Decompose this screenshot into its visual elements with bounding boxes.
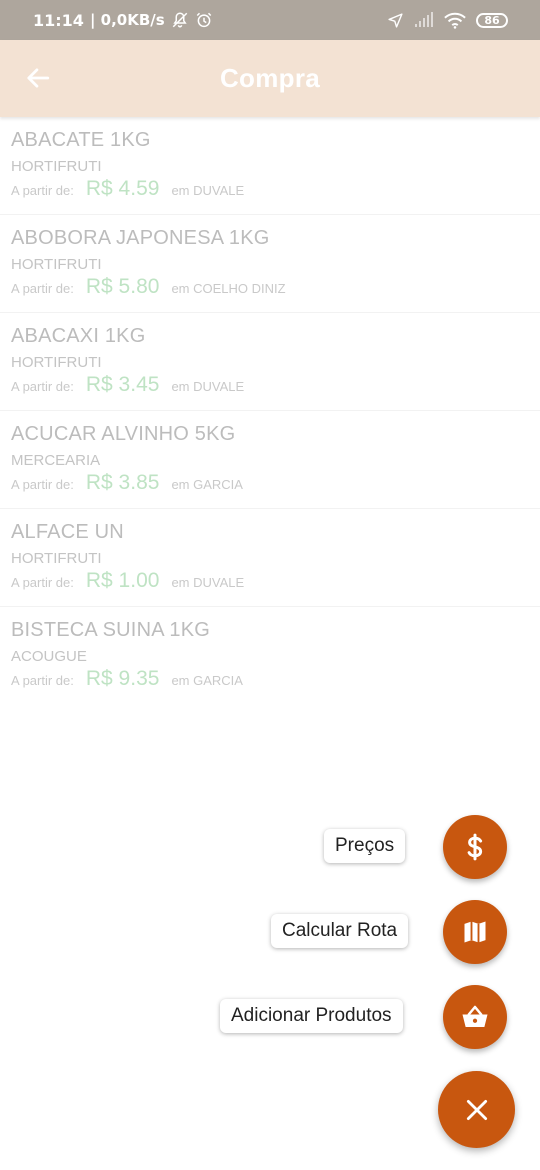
list-item[interactable]: ACUCAR ALVINHO 5KG MERCEARIA A partir de… <box>0 411 540 509</box>
close-menu-button[interactable] <box>438 1071 515 1148</box>
store-name: em COELHO DINIZ <box>171 281 286 296</box>
list-item[interactable]: ABACATE 1KG HORTIFRUTI A partir de: R$ 4… <box>0 117 540 215</box>
product-category: HORTIFRUTI <box>11 158 102 175</box>
price-row: A partir de: R$ 9.35 em GARCIA <box>11 667 529 691</box>
alarm-icon <box>196 12 211 28</box>
product-name: ABOBORA JAPONESA 1KG <box>11 227 270 249</box>
map-icon <box>464 921 486 943</box>
price-row: A partir de: R$ 5.80 em COELHO DINIZ <box>11 275 529 299</box>
product-price: R$ 4.59 <box>85 177 160 200</box>
status-bar: 11:14 | 0,0KB/s 86 <box>0 0 540 40</box>
product-name: ACUCAR ALVINHO 5KG <box>11 423 236 445</box>
product-category: MERCEARIA <box>11 452 101 469</box>
product-price: R$ 1.00 <box>85 569 160 592</box>
location-icon <box>388 12 403 28</box>
from-label: A partir de: <box>11 281 74 296</box>
product-category: HORTIFRUTI <box>11 354 102 371</box>
list-item[interactable]: ABACAXI 1KG HORTIFRUTI A partir de: R$ 3… <box>0 313 540 411</box>
from-label: A partir de: <box>11 673 74 688</box>
prices-button[interactable] <box>443 815 507 879</box>
close-icon <box>466 1099 487 1120</box>
page-title: Compra <box>219 63 321 93</box>
status-right: 86 <box>387 12 508 29</box>
app-bar: Compra <box>0 40 540 117</box>
store-name: em DUVALE <box>171 575 245 590</box>
calculate-route-button[interactable] <box>443 900 507 964</box>
product-name: ABACATE 1KG <box>11 129 151 151</box>
store-name: em DUVALE <box>171 183 245 198</box>
product-name: ABACAXI 1KG <box>11 325 146 347</box>
price-row: A partir de: R$ 1.00 em DUVALE <box>11 569 529 593</box>
product-price: R$ 3.45 <box>85 373 160 396</box>
product-name: ALFACE UN <box>11 521 124 543</box>
product-category: ACOUGUE <box>11 648 87 665</box>
price-row: A partir de: R$ 3.85 em GARCIA <box>11 471 529 495</box>
prices-label[interactable]: Preços <box>324 829 406 863</box>
add-products-label[interactable]: Adicionar Produtos <box>220 999 403 1033</box>
product-name: BISTECA SUINA 1KG <box>11 619 211 641</box>
basket-icon <box>462 1005 488 1027</box>
price-row: A partir de: R$ 3.45 em DUVALE <box>11 373 529 397</box>
from-label: A partir de: <box>11 575 74 590</box>
store-name: em GARCIA <box>171 673 243 688</box>
from-label: A partir de: <box>11 477 74 492</box>
add-products-button[interactable] <box>443 985 507 1049</box>
signal-icon <box>415 12 433 27</box>
product-list: ABACATE 1KG HORTIFRUTI A partir de: R$ 4… <box>0 117 540 705</box>
dollar-icon <box>467 833 483 861</box>
from-label: A partir de: <box>11 183 74 198</box>
product-price: R$ 9.35 <box>85 667 160 690</box>
product-category: HORTIFRUTI <box>11 256 102 273</box>
list-item[interactable]: ABOBORA JAPONESA 1KG HORTIFRUTI A partir… <box>0 215 540 313</box>
notifications-off-icon <box>172 12 187 28</box>
arrow-back-icon <box>27 68 50 88</box>
product-category: HORTIFRUTI <box>11 550 102 567</box>
product-price: R$ 3.85 <box>85 471 160 494</box>
network-speed: | 0,0KB/s <box>89 11 165 29</box>
back-button[interactable] <box>22 62 54 94</box>
calculate-route-label[interactable]: Calcular Rota <box>271 914 409 948</box>
product-price: R$ 5.80 <box>85 275 160 298</box>
status-left: 11:14 | 0,0KB/s <box>33 11 213 30</box>
battery-indicator: 86 <box>476 12 508 28</box>
status-time: 11:14 <box>33 10 84 30</box>
from-label: A partir de: <box>11 379 74 394</box>
wifi-icon <box>444 12 466 29</box>
store-name: em GARCIA <box>171 477 243 492</box>
store-name: em DUVALE <box>171 379 245 394</box>
list-item[interactable]: BISTECA SUINA 1KG ACOUGUE A partir de: R… <box>0 607 540 705</box>
price-row: A partir de: R$ 4.59 em DUVALE <box>11 177 529 201</box>
list-item[interactable]: ALFACE UN HORTIFRUTI A partir de: R$ 1.0… <box>0 509 540 607</box>
